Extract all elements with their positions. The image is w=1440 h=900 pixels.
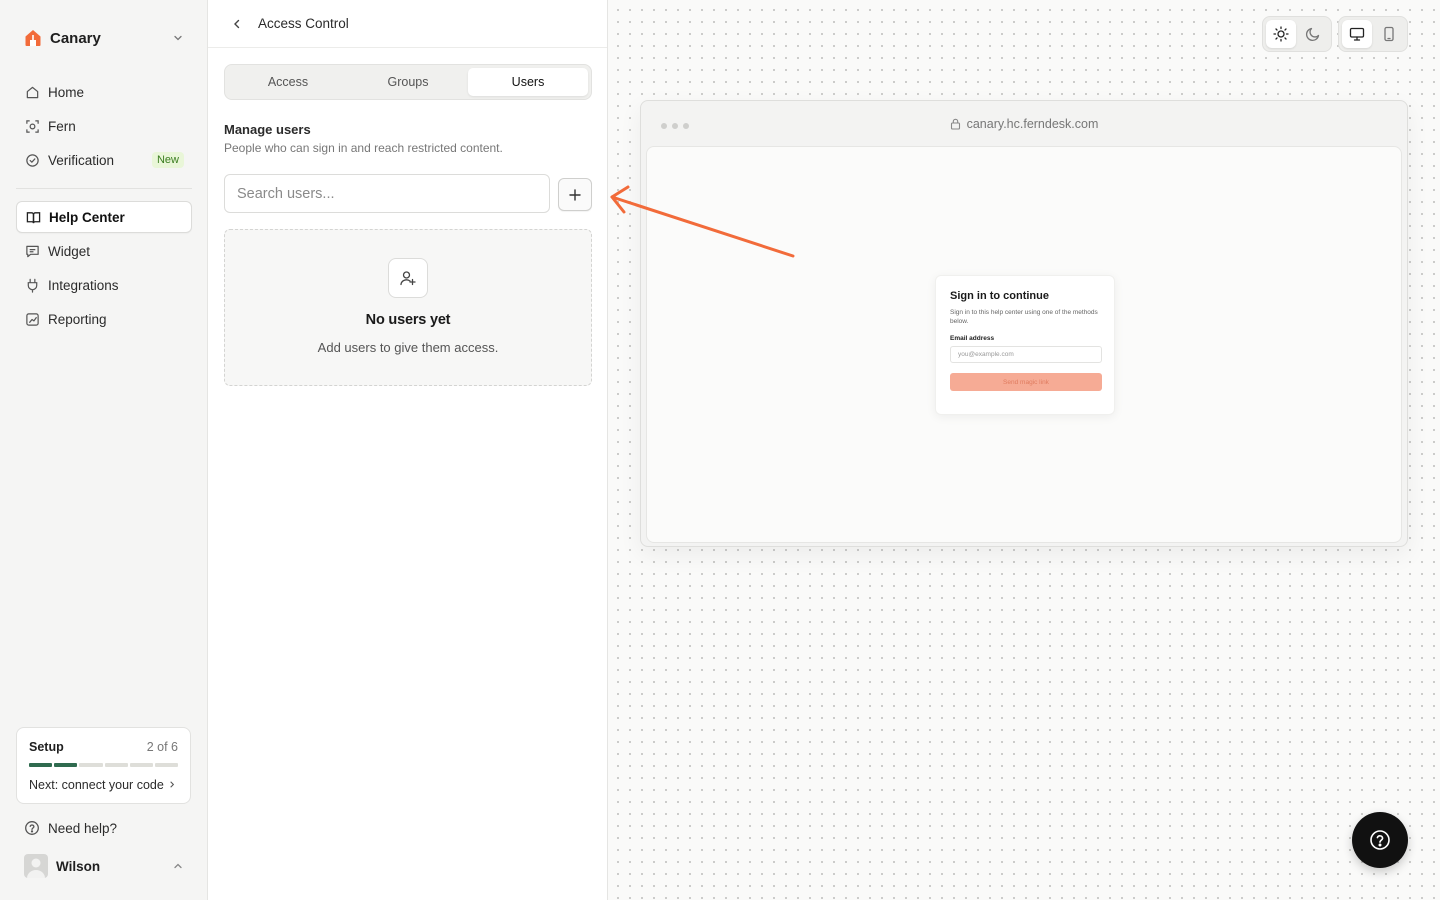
theme-toggle [1262, 16, 1332, 52]
access-tabs: Access Groups Users [224, 64, 592, 100]
browser-url-bar: canary.hc.ferndesk.com [641, 117, 1407, 131]
access-control-panel: Access Control Access Groups Users Manag… [208, 0, 608, 900]
sidebar-item-help-center[interactable]: Help Center [16, 201, 192, 233]
mobile-view-toggle[interactable] [1374, 20, 1404, 48]
plus-icon [569, 188, 581, 201]
dark-mode-toggle[interactable] [1298, 20, 1328, 48]
signin-card: Sign in to continue Sign in to this help… [935, 275, 1115, 415]
email-label: Email address [950, 335, 995, 342]
page-title: Access Control [258, 16, 349, 31]
fern-scan-icon [24, 118, 40, 134]
empty-state: No users yet Add users to give them acce… [224, 229, 592, 386]
user-plus-icon [388, 258, 428, 298]
secondary-nav: Help Center Widget Integrations Reportin… [16, 201, 192, 337]
sidebar-item-reporting[interactable]: Reporting [16, 303, 192, 335]
workspace-name: Canary [50, 29, 101, 47]
setup-title: Setup [29, 740, 64, 754]
need-help-label: Need help? [48, 820, 118, 836]
sidebar-item-verification[interactable]: Verification New [16, 144, 192, 176]
browser-viewport: Sign in to continue Sign in to this help… [646, 146, 1402, 543]
help-chat-button[interactable] [1352, 812, 1408, 868]
lock-icon [950, 118, 961, 130]
setup-next-label: Next: connect your code [29, 778, 164, 792]
add-user-button[interactable] [558, 178, 592, 211]
sidebar-item-fern[interactable]: Fern [16, 110, 192, 142]
moon-icon [1305, 27, 1320, 42]
sun-icon [1273, 26, 1289, 42]
signin-title: Sign in to continue [950, 290, 1049, 302]
help-circle-icon [1370, 830, 1390, 850]
setup-progress-bar [29, 763, 179, 767]
signin-subtitle: Sign in to this help center using one of… [950, 309, 1098, 325]
browser-preview-frame: canary.hc.ferndesk.com Sign in to contin… [640, 100, 1408, 547]
setup-next-step-link[interactable]: Next: connect your code [29, 778, 178, 792]
empty-state-subtitle: Add users to give them access. [317, 340, 499, 355]
book-open-icon [25, 209, 41, 225]
setup-progress-card[interactable]: Setup 2 of 6 Next: connect your code [16, 727, 191, 804]
browser-url: canary.hc.ferndesk.com [966, 117, 1099, 131]
sidebar: Canary Home Fern Verification New Help C… [0, 0, 208, 900]
help-circle-icon [24, 820, 40, 836]
chevron-right-icon [168, 778, 176, 792]
tab-users[interactable]: Users [468, 68, 588, 96]
sidebar-item-label: Help Center [49, 209, 125, 225]
setup-progress-segment [54, 763, 78, 767]
message-square-icon [24, 243, 40, 259]
back-button[interactable] [228, 15, 246, 33]
setup-count: 2 of 6 [146, 740, 178, 754]
canary-logo-icon [24, 29, 42, 47]
user-menu[interactable]: Wilson [16, 850, 192, 882]
section-title: Manage users [224, 122, 311, 137]
email-field[interactable]: you@example.com [950, 346, 1102, 363]
desktop-view-toggle[interactable] [1342, 20, 1372, 48]
setup-progress-segment [104, 763, 128, 767]
new-badge: New [151, 152, 184, 168]
setup-progress-segment [129, 763, 153, 767]
panel-header: Access Control [208, 0, 607, 48]
workspace-switcher[interactable]: Canary [16, 22, 192, 54]
sidebar-item-label: Widget [48, 243, 91, 259]
primary-nav: Home Fern Verification New [16, 76, 192, 178]
nav-divider [16, 188, 192, 189]
smartphone-icon [1384, 26, 1394, 42]
chart-icon [24, 311, 40, 327]
sidebar-item-home[interactable]: Home [16, 76, 192, 108]
empty-state-title: No users yet [365, 312, 451, 328]
need-help-link[interactable]: Need help? [16, 812, 192, 844]
sidebar-item-label: Integrations [48, 277, 119, 293]
home-icon [24, 84, 40, 100]
sidebar-item-widget[interactable]: Widget [16, 235, 192, 267]
send-magic-link-button[interactable]: Send magic link [950, 373, 1102, 391]
sidebar-item-label: Home [48, 84, 85, 100]
monitor-icon [1349, 27, 1365, 41]
light-mode-toggle[interactable] [1266, 20, 1296, 48]
setup-progress-segment [29, 763, 53, 767]
plug-icon [24, 277, 40, 293]
avatar [24, 854, 48, 878]
device-toggle [1338, 16, 1408, 52]
tab-groups[interactable]: Groups [348, 68, 468, 96]
user-name: Wilson [56, 858, 101, 874]
setup-progress-segment [154, 763, 179, 767]
tab-access[interactable]: Access [228, 68, 348, 96]
setup-progress-segment [79, 763, 103, 767]
section-subtitle: People who can sign in and reach restric… [224, 141, 503, 155]
search-users-input[interactable] [224, 174, 550, 213]
sidebar-item-label: Fern [48, 118, 76, 134]
sidebar-item-integrations[interactable]: Integrations [16, 269, 192, 301]
check-circle-icon [24, 152, 40, 168]
sidebar-item-label: Verification [48, 152, 115, 168]
chevron-up-icon [172, 860, 184, 872]
chevron-down-icon [172, 32, 184, 44]
sidebar-item-label: Reporting [48, 311, 107, 327]
